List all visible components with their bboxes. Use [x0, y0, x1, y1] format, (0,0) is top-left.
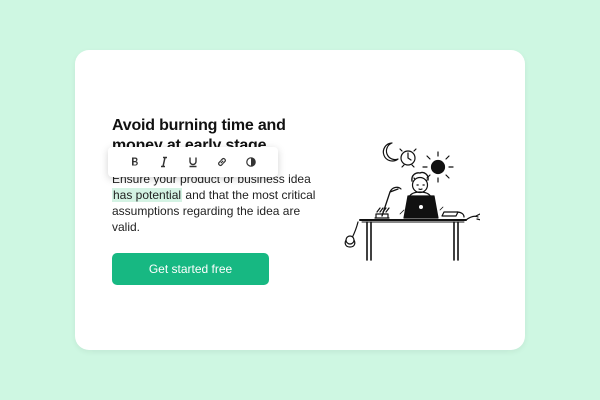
link-icon	[218, 158, 226, 166]
bold-button[interactable]	[125, 152, 145, 172]
italic-button[interactable]	[154, 152, 174, 172]
underline-button[interactable]	[183, 152, 203, 172]
get-started-button[interactable]: Get started free	[112, 253, 269, 285]
contrast-icon	[246, 157, 256, 167]
person-at-desk-illustration	[344, 142, 480, 261]
contrast-button[interactable]	[241, 152, 261, 172]
text-format-toolbar	[108, 147, 278, 177]
highlighted-text-selection[interactable]: has potential	[112, 188, 183, 202]
hero-description: Ensure your product or business idea has…	[112, 171, 322, 235]
link-button[interactable]	[212, 152, 232, 172]
bold-icon	[132, 157, 138, 166]
hero-card: Avoid burning time and money at early st…	[75, 50, 525, 350]
underline-icon	[189, 157, 197, 168]
italic-icon	[161, 156, 167, 168]
